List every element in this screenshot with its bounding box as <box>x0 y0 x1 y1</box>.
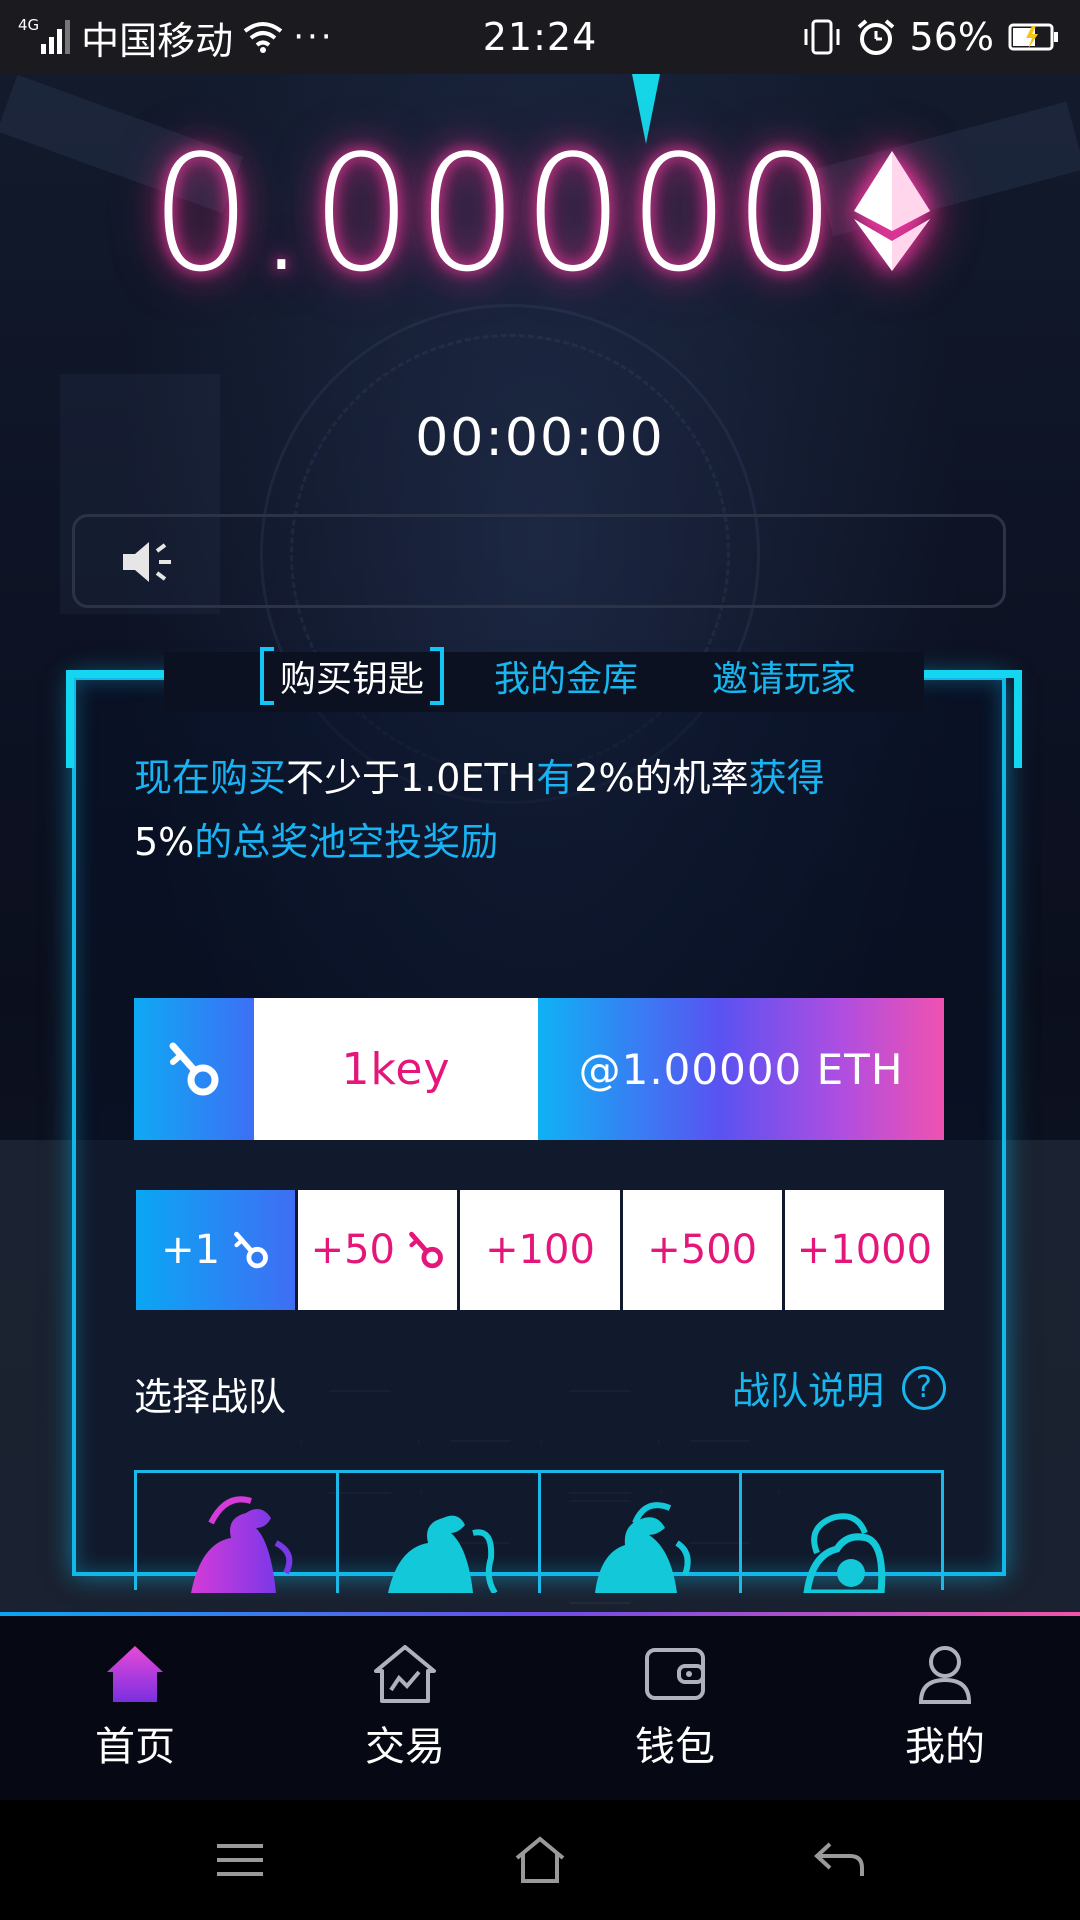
nav-label: 我的 <box>905 1724 985 1770</box>
panel-tabs: 购买钥匙 我的金库 邀请玩家 <box>182 638 982 714</box>
dragon-emblem-icon <box>191 1496 293 1593</box>
increment-1000-button[interactable]: +1000 <box>784 1190 945 1310</box>
team-info-link[interactable]: 战队说明 ? <box>732 1360 946 1415</box>
select-team-label: 选择战队 <box>134 1375 287 1419</box>
system-home-button[interactable] <box>390 1836 690 1884</box>
alarm-icon <box>857 19 894 55</box>
promo-highlight: 获得 <box>748 756 825 800</box>
increment-1-button[interactable]: +1 <box>136 1190 296 1310</box>
system-home-icon <box>515 1836 565 1883</box>
status-bar: 4G 中国移动 ··· 21:24 56% <box>0 0 1080 74</box>
increment-label: +1000 <box>796 1227 933 1273</box>
increment-label: +1 <box>161 1227 221 1273</box>
key-quantity-field[interactable]: 1key <box>254 998 538 1140</box>
tab-label: 我的金库 <box>494 659 639 700</box>
team-card[interactable] <box>339 1473 541 1593</box>
menu-icon <box>217 1844 263 1876</box>
menu-button[interactable] <box>90 1843 390 1877</box>
increment-buttons: +1 +50 +100 +500 +1000 <box>136 1190 945 1310</box>
tab-invite-players[interactable]: 邀请玩家 <box>712 638 856 714</box>
battery-icon <box>1008 23 1058 51</box>
increment-50-button[interactable]: +50 <box>298 1190 458 1310</box>
back-icon <box>814 1842 864 1876</box>
promo-text-part: 2%的机率 <box>574 756 749 800</box>
balance-value: 0.00000 <box>150 120 840 307</box>
team-card[interactable] <box>137 1473 339 1593</box>
promo-text-part: 5% <box>134 820 195 864</box>
nav-exchange[interactable]: 交易 <box>270 1616 540 1800</box>
battery-percent: 56% <box>909 15 994 59</box>
tab-label: 购买钥匙 <box>280 659 425 700</box>
promo-highlight: 现在购买 <box>134 756 287 800</box>
bracket-right <box>430 647 445 705</box>
nav-home[interactable]: 首页 <box>0 1616 270 1800</box>
promo-highlight: 的总奖池空投奖励 <box>194 820 499 864</box>
bottom-nav: 首页 交易 钱包 我的 <box>0 1612 1080 1800</box>
nav-profile[interactable]: 我的 <box>810 1616 1080 1800</box>
increment-500-button[interactable]: +500 <box>622 1190 782 1310</box>
tab-my-vault[interactable]: 我的金库 <box>494 638 638 714</box>
nav-label: 钱包 <box>635 1724 715 1770</box>
promo-highlight: 有 <box>536 756 575 800</box>
team-selector <box>134 1470 944 1593</box>
lion-emblem-icon <box>388 1515 498 1593</box>
profile-icon <box>918 1646 972 1704</box>
nav-label: 交易 <box>365 1724 445 1770</box>
tab-buy-keys[interactable]: 购买钥匙 <box>260 638 445 714</box>
beast-emblem-icon <box>594 1502 691 1593</box>
bracket-left <box>260 647 274 705</box>
team-card[interactable] <box>541 1473 743 1593</box>
serpent-emblem-icon <box>803 1513 885 1593</box>
nav-label: 首页 <box>95 1724 175 1770</box>
back-button[interactable] <box>690 1840 990 1880</box>
team-card[interactable] <box>742 1473 941 1593</box>
increment-100-button[interactable]: +100 <box>460 1190 620 1310</box>
tab-label: 邀请玩家 <box>712 659 857 700</box>
vibrate-icon <box>804 19 840 55</box>
buy-panel: 购买钥匙 我的金库 邀请玩家 现在购买不少于1.0ETH有2%的机率获得 5%的总… <box>66 647 1022 1593</box>
exchange-icon <box>374 1645 436 1703</box>
help-icon: ? <box>902 1365 946 1410</box>
system-nav-bar <box>0 1800 1080 1920</box>
key-icon-cell <box>134 998 254 1140</box>
key-icon <box>169 1042 219 1096</box>
home-icon <box>107 1646 163 1702</box>
nav-wallet[interactable]: 钱包 <box>540 1616 810 1800</box>
key-icon <box>234 1231 268 1269</box>
team-info-label: 战队说明 <box>731 1369 884 1413</box>
notice-bar[interactable] <box>72 514 1006 608</box>
increment-label: +500 <box>647 1227 758 1273</box>
speaker-icon <box>123 542 171 582</box>
increment-label: +50 <box>310 1227 396 1273</box>
countdown-timer: 00:00:00 <box>415 408 665 468</box>
wallet-icon <box>645 1648 705 1700</box>
eth-icon <box>853 150 930 271</box>
increment-label: +100 <box>485 1227 595 1273</box>
promo-text-part: 不少于1.0ETH <box>286 756 537 800</box>
balance-display: 0.00000 <box>0 120 1080 307</box>
buy-button[interactable]: @1.00000 ETH <box>538 998 944 1140</box>
buy-key-row: 1key @1.00000 ETH <box>134 998 944 1140</box>
key-icon <box>409 1231 443 1269</box>
clock: 21:24 <box>482 15 598 59</box>
promo-text: 现在购买不少于1.0ETH有2%的机率获得 5%的总奖池空投奖励 <box>134 746 954 874</box>
